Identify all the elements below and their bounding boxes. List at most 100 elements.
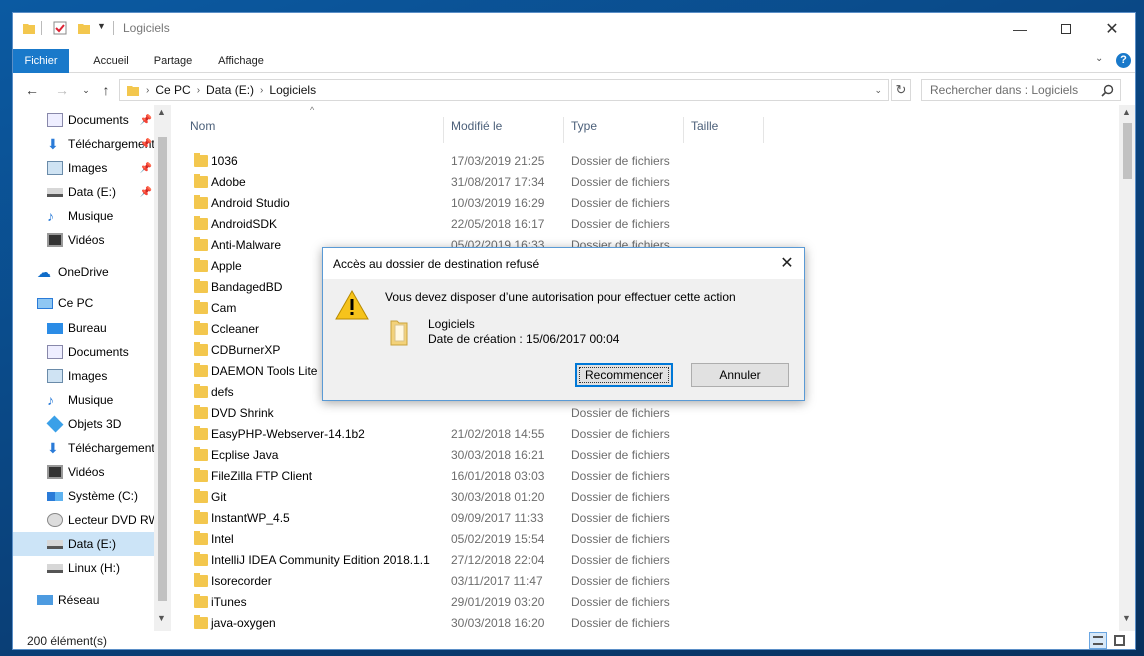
- minimize-icon: —: [1013, 20, 1027, 37]
- nav-item-onedrive[interactable]: ☁ OneDrive: [13, 260, 154, 284]
- table-row[interactable]: InstantWP_4.5 09/09/2017 11:33 Dossier de …: [173, 508, 1119, 529]
- table-row[interactable]: DVD Shrink Dossier de fichiers: [173, 403, 1119, 424]
- search-input[interactable]: Rechercher dans : Logiciels: [921, 79, 1121, 101]
- file-name: FileZilla FTP Client: [211, 469, 313, 483]
- forward-button[interactable]: →: [51, 79, 73, 101]
- navigation-bar: ← → ⌄ ↑ › Ce PC › Data (E:) › Logiciels …: [13, 75, 1135, 105]
- file-type: Dossier de fichiers: [571, 154, 670, 168]
- folder-icon: [194, 174, 208, 188]
- column-header-size[interactable]: Taille: [691, 119, 718, 141]
- file-modified: 31/08/2017 17:34: [451, 175, 545, 189]
- dialog-message: Vous devez disposer d’une autorisation p…: [385, 290, 736, 304]
- folder-icon: [194, 489, 208, 503]
- scrollbar-thumb[interactable]: [1123, 123, 1132, 179]
- folder-icon: [194, 195, 208, 209]
- nav-item-music-quick[interactable]: ♪ Musique: [13, 204, 154, 228]
- file-type: Dossier de fichiers: [571, 574, 670, 588]
- refresh-button[interactable]: ↻: [891, 79, 911, 101]
- nav-item-systeme-c[interactable]: Système (C:): [13, 484, 154, 508]
- nav-pane-scrollbar[interactable]: ▲ ▼: [154, 105, 171, 631]
- column-separator[interactable]: [683, 117, 684, 143]
- file-list-scrollbar[interactable]: ▲ ▼: [1119, 105, 1135, 631]
- nav-item-bureau[interactable]: Bureau: [13, 316, 154, 340]
- up-button[interactable]: ↑: [95, 79, 117, 101]
- nav-item-objets-3d[interactable]: Objets 3D: [13, 412, 154, 436]
- nav-item-dvd-rw[interactable]: Lecteur DVD RW: [13, 508, 154, 532]
- minimize-button[interactable]: —: [997, 13, 1043, 44]
- file-type: Dossier de fichiers: [571, 595, 670, 609]
- details-view-button[interactable]: [1089, 632, 1107, 649]
- help-icon[interactable]: ?: [1116, 53, 1131, 68]
- nav-item-images[interactable]: Images: [13, 364, 154, 388]
- table-row[interactable]: AndroidSDK 22/05/2018 16:17 Dossier de fic…: [173, 214, 1119, 235]
- address-bar[interactable]: › Ce PC › Data (E:) › Logiciels ⌄: [119, 79, 889, 101]
- folder-icon: [194, 468, 208, 482]
- nav-item-downloads-quick[interactable]: ⬇ Téléchargements 📌: [13, 132, 154, 156]
- maximize-button[interactable]: [1043, 13, 1089, 44]
- large-icons-view-button[interactable]: [1111, 632, 1129, 649]
- table-row[interactable]: Intel 05/02/2019 15:54 Dossier de fichiers: [173, 529, 1119, 550]
- recent-locations-button[interactable]: ⌄: [75, 79, 97, 101]
- table-row[interactable]: Git 30/03/2018 01:20 Dossier de fichiers: [173, 487, 1119, 508]
- nav-item-images-quick[interactable]: Images 📌: [13, 156, 154, 180]
- new-folder-icon[interactable]: [77, 21, 91, 35]
- table-row[interactable]: iTunes 29/01/2019 03:20 Dossier de fichier…: [173, 592, 1119, 613]
- tab-fichier[interactable]: Fichier: [13, 49, 69, 73]
- column-header-modified[interactable]: Modifié le: [451, 119, 502, 141]
- table-row[interactable]: java-oxygen 30/03/2018 16:20 Dossier de fi…: [173, 613, 1119, 631]
- nav-item-videos[interactable]: Vidéos: [13, 460, 154, 484]
- column-separator[interactable]: [563, 117, 564, 143]
- expand-ribbon-icon[interactable]: ⌄: [1095, 53, 1103, 64]
- table-row[interactable]: 1036 17/03/2019 21:25 Dossier de fichiers: [173, 151, 1119, 172]
- nav-item-documents[interactable]: Documents: [13, 340, 154, 364]
- nav-item-data-e[interactable]: Data (E:): [13, 532, 154, 556]
- address-dropdown-icon[interactable]: ⌄: [874, 85, 882, 96]
- nav-item-reseau[interactable]: Réseau: [13, 588, 154, 612]
- scrollbar-thumb[interactable]: [158, 137, 167, 601]
- film-icon: [47, 233, 63, 247]
- file-name: IntelliJ IDEA Community Edition 2018.1.1: [211, 553, 430, 567]
- table-row[interactable]: EasyPHP-Webserver-14.1b2 21/02/2018 14:55…: [173, 424, 1119, 445]
- nav-item-linux-h[interactable]: Linux (H:): [13, 556, 154, 580]
- breadcrumb-ce-pc[interactable]: Ce PC: [155, 83, 190, 97]
- column-separator[interactable]: [443, 117, 444, 143]
- nav-item-videos-quick[interactable]: Vidéos: [13, 228, 154, 252]
- cancel-button[interactable]: Annuler: [691, 363, 789, 387]
- retry-button[interactable]: Recommencer: [575, 363, 673, 387]
- nav-item-data-e-quick[interactable]: Data (E:) 📌: [13, 180, 154, 204]
- table-row[interactable]: IntelliJ IDEA Community Edition 2018.1.1…: [173, 550, 1119, 571]
- file-name: Isorecorder: [211, 574, 272, 588]
- back-button[interactable]: ←: [21, 79, 43, 101]
- close-button[interactable]: ✕: [1089, 13, 1135, 44]
- table-row[interactable]: Android Studio 10/03/2019 16:29 Dossier de…: [173, 193, 1119, 214]
- table-row[interactable]: Isorecorder 03/11/2017 11:47 Dossier de fi…: [173, 571, 1119, 592]
- nav-item-music[interactable]: ♪ Musique: [13, 388, 154, 412]
- tab-partage[interactable]: Partage: [141, 49, 205, 73]
- nav-item-ce-pc[interactable]: Ce PC: [13, 291, 154, 315]
- breadcrumb-data-e[interactable]: Data (E:): [206, 83, 254, 97]
- customize-quick-access-icon[interactable]: ▼: [97, 21, 106, 31]
- nav-item-downloads[interactable]: ⬇ Téléchargements: [13, 436, 154, 460]
- breadcrumb-logiciels[interactable]: Logiciels: [269, 83, 316, 97]
- table-row[interactable]: Adobe 31/08/2017 17:34 Dossier de fichiers: [173, 172, 1119, 193]
- scroll-down-icon[interactable]: ▼: [157, 613, 166, 623]
- dialog-close-button[interactable]: ✕: [770, 248, 804, 278]
- tab-affichage[interactable]: Affichage: [207, 49, 275, 73]
- table-row[interactable]: Ecplise Java 30/03/2018 16:21 Dossier de f…: [173, 445, 1119, 466]
- column-header-name[interactable]: Nom: [190, 119, 215, 141]
- file-name: EasyPHP-Webserver-14.1b2: [211, 427, 365, 441]
- folder-icon: [194, 594, 208, 608]
- column-header-type[interactable]: Type: [571, 119, 597, 141]
- table-row[interactable]: FileZilla FTP Client 16/01/2018 03:03 Doss…: [173, 466, 1119, 487]
- folder-icon: [390, 320, 408, 346]
- scroll-down-icon[interactable]: ▼: [1122, 613, 1131, 623]
- file-name: iTunes: [211, 595, 247, 609]
- pin-icon: 📌: [139, 114, 152, 126]
- scroll-up-icon[interactable]: ▲: [1122, 107, 1131, 117]
- column-separator[interactable]: [763, 117, 764, 143]
- tab-accueil[interactable]: Accueil: [79, 49, 143, 73]
- file-type: Dossier de fichiers: [571, 469, 670, 483]
- properties-icon[interactable]: [53, 21, 67, 35]
- nav-item-documents-quick[interactable]: Documents 📌: [13, 108, 154, 132]
- scroll-up-icon[interactable]: ▲: [157, 107, 166, 117]
